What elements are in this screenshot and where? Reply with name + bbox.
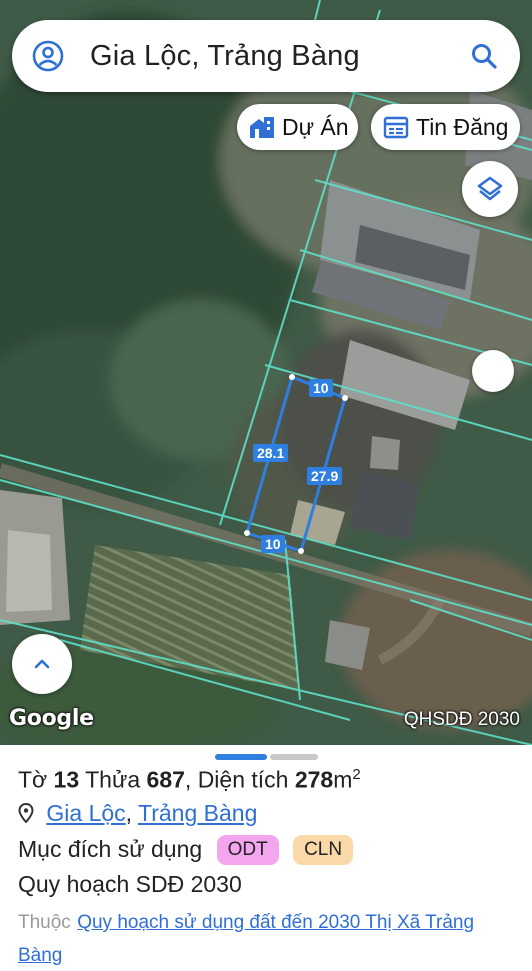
layers-icon [477, 176, 503, 201]
calendar-list-icon [383, 116, 409, 139]
parcel-dimension-left: 28.1 [253, 444, 289, 462]
parcel-summary: Tờ 13 Thửa 687, Diện tích 278m2 [18, 766, 361, 793]
search-icon[interactable] [470, 42, 498, 75]
layers-button[interactable] [462, 161, 518, 217]
planning-layer-label: QHSDĐ 2030 [403, 709, 520, 730]
expand-button[interactable] [12, 634, 72, 694]
account-circle-icon[interactable] [32, 40, 64, 77]
search-bar[interactable]: Gia Lộc, Trảng Bàng [12, 20, 520, 92]
sheet-number: 13 [53, 766, 80, 793]
ward-link[interactable]: Gia Lộc [46, 800, 125, 826]
pager-indicator-active[interactable] [215, 754, 267, 760]
building-icon [250, 117, 274, 138]
parcel-info-sheet: Tờ 13 Thửa 687, Diện tích 278m2 Gia Lộc,… [0, 745, 532, 966]
usage-tag-cln[interactable]: CLN [293, 835, 354, 865]
belongs-row: Thuộc Quy hoạch sử dụng đất đến 2030 Thị… [18, 905, 498, 971]
area-unit: m [333, 766, 353, 793]
district-link[interactable]: Trảng Bàng [138, 800, 257, 826]
sheet-label: Tờ [18, 766, 48, 793]
location-pin-icon [18, 802, 34, 824]
usage-row: Mục đích sử dụng ODT CLN [18, 835, 354, 865]
area-unit-exponent: 2 [352, 766, 361, 783]
area-label: Diện tích [197, 766, 289, 793]
search-query[interactable]: Gia Lộc, Trảng Bàng [90, 40, 360, 73]
parcel-dimension-top: 10 [309, 379, 333, 397]
usage-tag-odt[interactable]: ODT [216, 835, 279, 865]
plan-link[interactable]: Quy hoạch sử dụng đất đến 2030 Thị Xã Tr… [18, 912, 474, 966]
parcel-dimension-right: 27.9 [307, 467, 343, 485]
location-separator: , [125, 800, 133, 826]
map-view[interactable]: 10 28.1 27.9 10 Gia Lộc, Trảng Bàng Dự Á… [0, 0, 532, 745]
location-row: Gia Lộc, Trảng Bàng [18, 800, 257, 827]
listing-chip-label: Tin Đăng [416, 113, 509, 140]
chevron-up-icon [34, 659, 50, 669]
project-chip[interactable]: Dự Án [237, 104, 358, 150]
area-value: 278 [294, 766, 334, 793]
belongs-label: Thuộc [18, 912, 71, 933]
listing-chip[interactable]: Tin Đăng [371, 104, 520, 150]
parcel-dimension-bottom: 10 [261, 535, 285, 553]
lot-label: Thửa [85, 766, 141, 793]
lot-number: 687 [146, 766, 185, 793]
pager-indicator[interactable] [270, 754, 318, 760]
google-logo: Google [9, 706, 94, 731]
map-drag-handle[interactable] [472, 350, 514, 392]
plan-title: Quy hoạch SDĐ 2030 [18, 871, 242, 897]
project-chip-label: Dự Án [282, 113, 349, 140]
usage-label: Mục đích sử dụng [18, 836, 203, 862]
